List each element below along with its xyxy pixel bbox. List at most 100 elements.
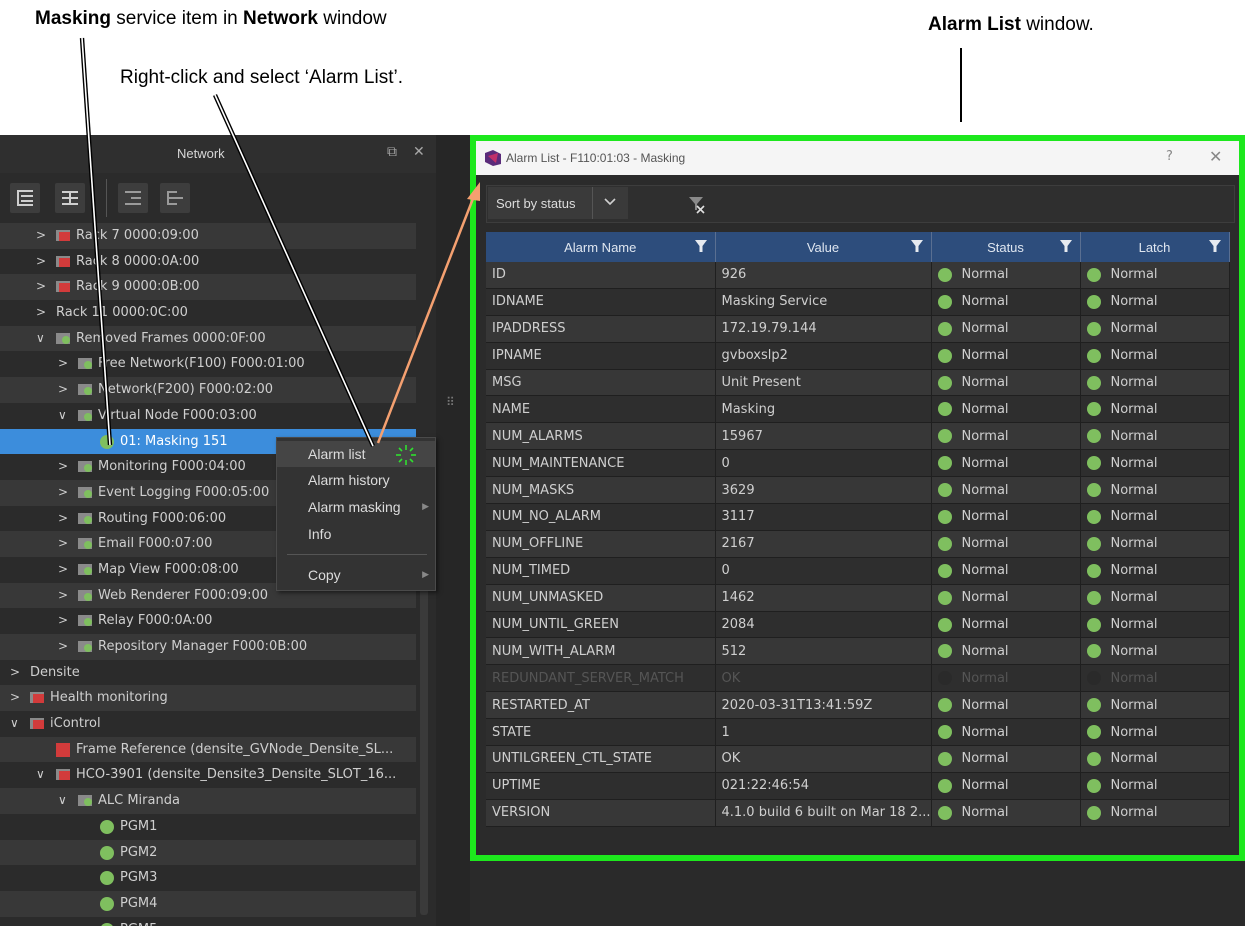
collapse-level-button[interactable] xyxy=(160,183,190,213)
panel-splitter[interactable]: ⠿ xyxy=(436,135,472,926)
tree-item[interactable]: > Rack 11 0000:0C:00 xyxy=(0,300,416,326)
chevron-right-icon[interactable]: > xyxy=(36,254,46,268)
menu-item-copy[interactable]: Copy ▶ xyxy=(277,562,435,588)
tree-item[interactable]: ∨ ALC Miranda xyxy=(0,788,416,814)
table-row[interactable]: NUM_WITH_ALARM 512 Normal Normal xyxy=(486,637,1230,666)
tree-item[interactable]: > Repository Manager F000:0B:00 xyxy=(0,634,416,660)
table-row[interactable]: NUM_OFFLINE 2167 Normal Normal xyxy=(486,530,1230,558)
chevron-right-icon[interactable]: > xyxy=(36,305,46,319)
tree-item[interactable]: ∨ Removed Frames 0000:0F:00 xyxy=(0,325,416,352)
tree-item[interactable]: ∨ Virtual Node F000:03:00 xyxy=(0,403,416,429)
chevron-right-icon[interactable]: > xyxy=(58,459,68,473)
table-row[interactable]: NUM_UNTIL_GREEN 2084 Normal Normal xyxy=(486,611,1230,639)
table-row[interactable]: ID 926 Normal Normal xyxy=(486,262,1230,289)
filter-icon[interactable] xyxy=(1208,240,1221,252)
tree-item[interactable]: > Network(F200) F000:02:00 xyxy=(0,377,416,403)
chevron-right-icon[interactable]: > xyxy=(36,279,46,293)
chevron-right-icon[interactable]: > xyxy=(58,511,68,525)
tree-item[interactable]: PGM4 xyxy=(0,890,416,917)
table-row[interactable]: NUM_UNMASKED 1462 Normal Normal xyxy=(486,584,1230,612)
latch-cell: Normal xyxy=(1080,799,1230,827)
submenu-arrow-icon: ▶ xyxy=(422,569,429,579)
tree-item[interactable]: Frame Reference (densite_GVNode_Densite_… xyxy=(0,736,416,763)
chevron-right-icon[interactable]: > xyxy=(58,562,68,576)
table-row[interactable]: UNTILGREEN_CTL_STATE OK Normal Normal xyxy=(486,745,1230,773)
tree-item[interactable]: > Free Network(F100) F000:01:00 xyxy=(0,351,416,377)
sort-dropdown[interactable]: Sort by status xyxy=(488,187,628,219)
chevron-right-icon[interactable]: > xyxy=(58,382,68,396)
status-text: Normal xyxy=(961,751,1009,767)
filter-icon[interactable] xyxy=(1059,240,1072,252)
table-row[interactable]: IPADDRESS 172.19.79.144 Normal Normal xyxy=(486,315,1230,343)
column-header-value[interactable]: Value xyxy=(715,232,932,262)
expand-all-button[interactable] xyxy=(10,183,40,213)
alarm-name-cell: NUM_MAINTENANCE xyxy=(486,449,716,478)
clear-filter-icon[interactable] xyxy=(687,195,707,215)
filter-icon[interactable] xyxy=(694,240,707,252)
table-row[interactable]: REDUNDANT_SERVER_MATCH OK Normal Normal xyxy=(486,664,1230,693)
column-header-status[interactable]: Status xyxy=(931,232,1081,262)
table-row[interactable]: NUM_ALARMS 15967 Normal Normal xyxy=(486,422,1230,451)
table-row[interactable]: NUM_TIMED 0 Normal Normal xyxy=(486,557,1230,585)
chevron-right-icon[interactable]: > xyxy=(58,613,68,627)
chevron-right-icon[interactable]: > xyxy=(58,485,68,499)
tree-item[interactable]: ∨ iControl xyxy=(0,711,416,737)
table-row[interactable]: RESTARTED_AT 2020-03-31T13:41:59Z Normal No… xyxy=(486,691,1230,720)
status-dot-icon xyxy=(937,590,952,605)
expand-level-icon xyxy=(125,191,141,205)
status-cell: Normal xyxy=(931,503,1081,531)
tree-item[interactable]: > Rack 7 0000:09:00 xyxy=(0,223,416,249)
table-row[interactable]: MSG Unit Present Normal Normal xyxy=(486,369,1230,397)
alarm-name-cell: NUM_WITH_ALARM xyxy=(486,637,716,666)
tree-item[interactable]: PGM5 xyxy=(0,917,416,926)
alarm-name-cell: NUM_UNTIL_GREEN xyxy=(486,611,716,639)
tree-item[interactable]: > Rack 9 0000:0B:00 xyxy=(0,274,416,301)
tree-item[interactable]: > Densite xyxy=(0,660,416,686)
table-row[interactable]: IDNAME Masking Service Normal Normal xyxy=(486,288,1230,316)
chevron-down-icon[interactable]: ∨ xyxy=(58,793,67,807)
tree-item[interactable]: PGM1 xyxy=(0,814,416,840)
expand-level-button[interactable] xyxy=(118,183,148,213)
help-button[interactable]: ? xyxy=(1166,149,1173,164)
close-icon[interactable]: ✕ xyxy=(413,144,425,160)
table-row[interactable]: UPTIME 021:22:46:54 Normal Normal xyxy=(486,772,1230,800)
status-text: Normal xyxy=(961,267,1009,283)
chevron-right-icon[interactable]: > xyxy=(36,228,46,242)
menu-item-info[interactable]: Info xyxy=(277,521,435,547)
chevron-down-icon[interactable]: ∨ xyxy=(58,408,67,422)
chevron-down-icon[interactable]: ∨ xyxy=(36,331,45,345)
undock-icon[interactable]: ⧉ xyxy=(387,144,397,160)
table-row[interactable]: VERSION 4.1.0 build 6 built on Mar 18 2..… xyxy=(486,799,1230,827)
table-row[interactable]: NAME Masking Normal Normal xyxy=(486,395,1230,424)
collapse-all-button[interactable] xyxy=(55,183,85,213)
menu-item-alarm-list[interactable]: Alarm list xyxy=(277,441,435,467)
status-dot-icon xyxy=(1086,698,1101,713)
table-row[interactable]: IPNAME gvboxslp2 Normal Normal xyxy=(486,342,1230,370)
table-row[interactable]: STATE 1 Normal Normal xyxy=(486,718,1230,747)
column-header-latch[interactable]: Latch xyxy=(1080,232,1230,262)
chevron-right-icon[interactable]: > xyxy=(10,690,20,704)
tree-item[interactable]: ∨ HCO-3901 (densite_Densite3_Densite_SLOT… xyxy=(0,762,416,788)
table-row[interactable]: NUM_MASKS 3629 Normal Normal xyxy=(486,476,1230,505)
tree-item[interactable]: > Health monitoring xyxy=(0,685,416,712)
chevron-right-icon[interactable]: > xyxy=(58,639,68,653)
tree-item[interactable]: > Rack 8 0000:0A:00 xyxy=(0,249,416,275)
chevron-right-icon[interactable]: > xyxy=(58,356,68,370)
chevron-down-icon[interactable]: ∨ xyxy=(36,767,45,781)
chevron-right-icon[interactable]: > xyxy=(58,536,68,550)
splitter-grip-icon[interactable]: ⠿ xyxy=(446,395,455,409)
latch-text: Normal xyxy=(1110,348,1158,364)
tree-item[interactable]: PGM2 xyxy=(0,839,416,866)
tree-item[interactable]: PGM3 xyxy=(0,865,416,891)
chevron-right-icon[interactable]: > xyxy=(10,665,20,679)
menu-item-alarm-history[interactable]: Alarm history xyxy=(277,467,435,493)
table-row[interactable]: NUM_MAINTENANCE 0 Normal Normal xyxy=(486,449,1230,478)
tree-item[interactable]: > Relay F000:0A:00 xyxy=(0,608,416,634)
menu-item-alarm-masking[interactable]: Alarm masking ▶ xyxy=(277,494,435,520)
filter-icon[interactable] xyxy=(910,240,923,252)
close-button[interactable]: ✕ xyxy=(1209,147,1222,166)
table-row[interactable]: NUM_NO_ALARM 3117 Normal Normal xyxy=(486,503,1230,531)
chevron-right-icon[interactable]: > xyxy=(58,588,68,602)
column-header-alarm-name[interactable]: Alarm Name xyxy=(486,232,716,262)
chevron-down-icon[interactable]: ∨ xyxy=(10,716,19,730)
